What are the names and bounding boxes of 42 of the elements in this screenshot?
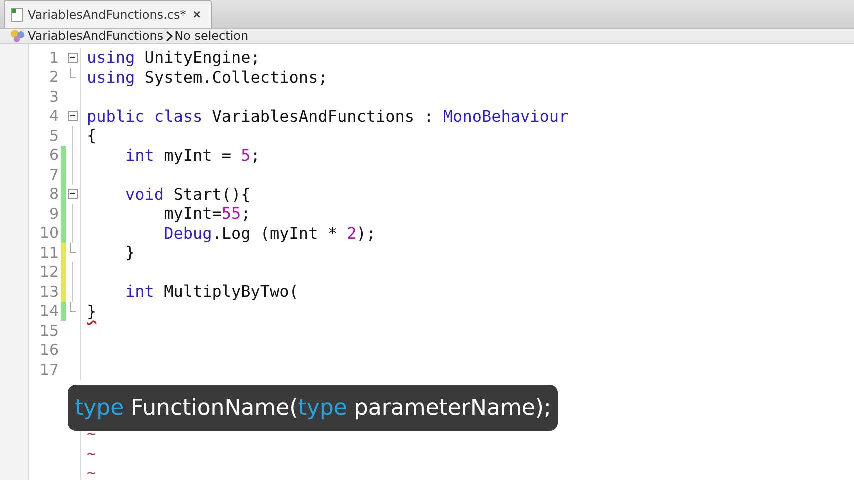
breadcrumb-item[interactable]: VariablesAndFunctions — [28, 29, 164, 43]
file-icon — [11, 8, 23, 22]
line-number: 1 — [48, 48, 59, 67]
line-number: 11 — [38, 244, 59, 262]
line-number: 10 — [38, 224, 59, 242]
code-line: using UnityEngine; — [87, 48, 260, 68]
code-line: { — [87, 126, 97, 146]
line-number: 5 — [48, 126, 59, 145]
line-number: 2 — [48, 68, 59, 86]
code-line: myInt=55; — [163, 204, 251, 224]
close-button[interactable]: × — [191, 7, 203, 22]
line-number: 17 — [38, 360, 59, 379]
line-number: 7 — [48, 166, 59, 184]
line-number: 16 — [38, 341, 59, 360]
class-icon — [10, 29, 26, 43]
code-line: } — [124, 243, 136, 262]
code-line: } — [87, 302, 97, 321]
code-line: int myInt = 5; — [124, 146, 260, 165]
chevron-icon — [166, 30, 173, 42]
line-number: 12 — [38, 263, 59, 282]
code-line: Debug.Log (myInt * 2); — [163, 224, 376, 243]
line-number: 6 — [48, 146, 59, 164]
line-number: 3 — [48, 88, 59, 106]
line-number: 13 — [38, 282, 59, 301]
code-line: using System.Collections; — [87, 68, 328, 87]
code-line: public class VariablesAndFunctions : MonoBehaviour — [87, 106, 569, 126]
code-line: int MultiplyByTwo( — [124, 282, 299, 302]
collapse-icon[interactable] — [68, 189, 78, 200]
collapse-icon[interactable] — [68, 52, 78, 63]
collapse-icon[interactable] — [68, 111, 78, 122]
caption: type FunctionName(type parameterName); — [68, 385, 558, 431]
line-number: 15 — [38, 322, 59, 340]
line-number: 14 — [38, 302, 59, 320]
tab-title: VariablesAndFunctions.cs* — [28, 8, 186, 22]
breadcrumb-item[interactable]: No selection — [174, 29, 249, 43]
empty-line-marker: ~ — [87, 464, 96, 480]
empty-line-marker: ~ — [87, 444, 96, 463]
line-number: 8 — [48, 185, 59, 204]
code-line: void Start(){ — [124, 184, 251, 204]
file-tab[interactable]: VariablesAndFunctions.cs* × — [4, 0, 212, 28]
line-number: 4 — [48, 107, 59, 126]
line-number: 9 — [48, 204, 59, 223]
